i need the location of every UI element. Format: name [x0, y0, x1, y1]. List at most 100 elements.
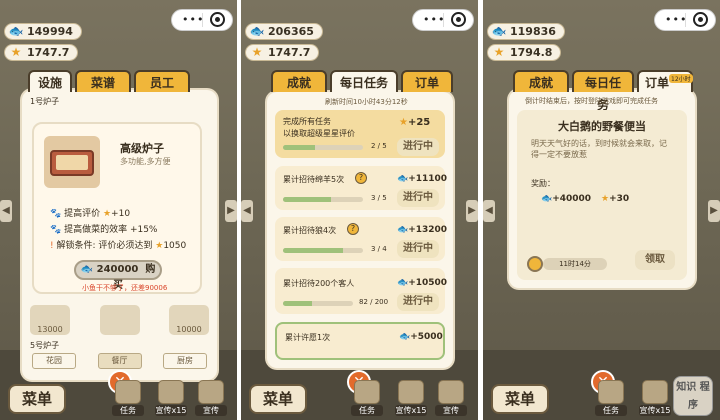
task-tabs: 成就 每日任务 订单	[271, 70, 453, 92]
fish-icon: 🐟	[541, 194, 553, 204]
task-progress-text: 3 / 5	[371, 194, 387, 202]
task-progress-bar	[283, 248, 363, 253]
fish-icon: 🐟	[491, 24, 507, 38]
paw-icon: 🐾	[50, 209, 65, 219]
promo-icon	[398, 380, 424, 404]
countdown-bar: 11时14分	[543, 258, 607, 270]
bonus-efficiency: 🐾 提高做菜的效率 +15%	[50, 225, 158, 235]
star-counter: ★ 1794.8	[487, 44, 562, 61]
star-icon: ★	[601, 194, 610, 204]
scroll-left-arrow[interactable]: ◀	[483, 200, 495, 222]
promo-x15-button[interactable]: 宣传x15	[639, 380, 671, 416]
promo-icon	[158, 380, 184, 404]
reward-fish: 🐟+40000	[541, 194, 592, 204]
in-progress-button[interactable]: 进行中	[397, 240, 439, 258]
fish-icon: 🐟	[399, 332, 411, 342]
tab-achievements[interactable]: 成就	[271, 70, 327, 92]
fish-coin-counter: 🐟 149994	[4, 23, 82, 40]
close-target-icon[interactable]	[451, 12, 466, 27]
order-tabs: 成就 每日任务 订单	[513, 70, 693, 112]
facilities-tabs: 设施 菜谱 员工	[28, 70, 191, 92]
task-button[interactable]: 任务	[112, 380, 144, 416]
tab-facilities[interactable]: 设施	[28, 70, 73, 92]
screen-daily-tasks: 🐟 206365 ★ 1747.7 ••• ◀ ▶ 成就 每日任务 订单 刷新时间1…	[241, 0, 478, 420]
order-text: 明天天气好的话，到时候就会来取，记得一定不要放惹	[531, 139, 667, 159]
refresh-timer: 刷新时间10小时43分12秒	[325, 98, 408, 106]
fish-icon: 🐟	[249, 24, 265, 38]
tab-daily-tasks[interactable]: 每日任务	[330, 70, 398, 92]
task-reward: 🐟+10500	[397, 278, 448, 288]
help-icon[interactable]: ?	[355, 172, 367, 184]
task-title: 累计招待200个客人	[283, 279, 355, 288]
scroll-right-arrow[interactable]: ▶	[225, 200, 237, 222]
scroll-right-arrow[interactable]: ▶	[708, 200, 720, 222]
task-button[interactable]: 任务	[351, 380, 383, 416]
task-title: 完成所有任务	[283, 117, 331, 126]
scroll-left-arrow[interactable]: ◀	[0, 200, 12, 222]
furnace-slot[interactable]: 13000	[30, 305, 70, 335]
task-card: 累计招待绵羊5次 ? 🐟+11100 3 / 5 进行中	[275, 166, 448, 210]
task-reward: 🐟+13200	[397, 225, 448, 235]
order-card: 大白鹅的野餐便当 明天天气好的话，到时候就会来取，记得一定不要放惹 奖励： 🐟+…	[517, 110, 687, 280]
buy-button[interactable]: 🐟 240000 购买	[74, 260, 162, 291]
tab-orders[interactable]: 订单	[401, 70, 453, 92]
promo-x15-button[interactable]: 宣传x15	[395, 380, 427, 416]
star-icon: ★	[102, 209, 112, 219]
task-reward: 🐟+5000	[399, 332, 443, 342]
star-counter: ★ 1747.7	[4, 44, 79, 61]
furnace-slot[interactable]	[99, 305, 140, 335]
promo-x15-button[interactable]: 宣传x15	[155, 380, 187, 416]
clock-icon	[527, 256, 543, 272]
task-reward: 🐟+11100	[397, 174, 448, 184]
promo-button[interactable]: 宣传	[195, 380, 227, 416]
star-icon: ★	[10, 45, 22, 59]
furnace-row: 13000 10000	[30, 305, 209, 335]
task-progress-text: 3 / 4	[371, 245, 387, 253]
claim-button[interactable]: 领取	[635, 250, 675, 270]
scroll-left-arrow[interactable]: ◀	[241, 200, 253, 222]
star-icon: ★	[399, 117, 408, 128]
fish-icon: 🐟	[397, 225, 409, 235]
close-target-icon[interactable]	[693, 12, 708, 27]
room-row: 花园 餐厅 厨房	[32, 353, 207, 369]
furnace-slot[interactable]: 10000	[169, 305, 209, 335]
tab-recipes[interactable]: 菜谱	[75, 70, 132, 92]
star-counter: ★ 1747.7	[245, 44, 320, 61]
task-button[interactable]: 任务	[595, 380, 627, 416]
in-progress-button[interactable]: 进行中	[397, 293, 439, 311]
order-note: 倒计时结束后，按时登陆游戏即可完成任务	[525, 97, 658, 105]
help-icon[interactable]: ?	[347, 223, 359, 235]
in-progress-button[interactable]: 进行中	[397, 138, 439, 156]
tab-daily-tasks[interactable]: 每日任务	[572, 70, 634, 112]
tab-achievements[interactable]: 成就	[513, 70, 569, 92]
watermark-badge: 知识 程序	[673, 376, 713, 416]
promo-button[interactable]: 宣传	[435, 380, 467, 416]
task-progress-bar	[283, 145, 363, 150]
screen-facilities: 🐟 149994 ★ 1747.7 ••• ◀ ▶ 设施 菜谱 员工 1号炉子 13…	[0, 0, 237, 420]
menu-button[interactable]: 菜单	[249, 384, 307, 414]
room-kitchen[interactable]: 厨房	[163, 353, 207, 369]
in-progress-button[interactable]: 进行中	[397, 189, 439, 207]
room-garden[interactable]: 花园	[32, 353, 76, 369]
fish-icon: 🐟	[397, 278, 409, 288]
task-progress-text: 82 / 200	[359, 298, 389, 306]
miniapp-capsule[interactable]: •••	[654, 9, 716, 31]
task-card: 累计招待狼4次 ? 🐟+13200 3 / 4 进行中	[275, 217, 448, 261]
screen-orders: 🐟 119836 ★ 1794.8 ••• ◀ ▶ 成就 每日任务 订单 12小时 …	[483, 0, 720, 420]
room-dining[interactable]: 餐厅	[97, 353, 142, 369]
star-icon: ★	[493, 45, 505, 59]
miniapp-capsule[interactable]: •••	[412, 9, 474, 31]
orders-window: 成就 每日任务 订单 12小时 倒计时结束后，按时登陆游戏即可完成任务 大白鹅的…	[509, 70, 695, 288]
close-target-icon[interactable]	[210, 12, 225, 27]
promo-flyer-icon	[438, 380, 464, 404]
task-card: 累计许愿1次 🐟+5000	[275, 322, 445, 360]
task-icon	[598, 380, 624, 404]
fish-icon: 🐟	[8, 24, 24, 38]
menu-button[interactable]: 菜单	[491, 384, 549, 414]
scroll-right-arrow[interactable]: ▶	[466, 200, 478, 222]
tab-staff[interactable]: 员工	[134, 70, 191, 92]
paw-icon: 🐾	[50, 225, 65, 235]
promo-flyer-icon	[198, 380, 224, 404]
menu-button[interactable]: 菜单	[8, 384, 66, 414]
miniapp-capsule[interactable]: •••	[171, 9, 233, 31]
